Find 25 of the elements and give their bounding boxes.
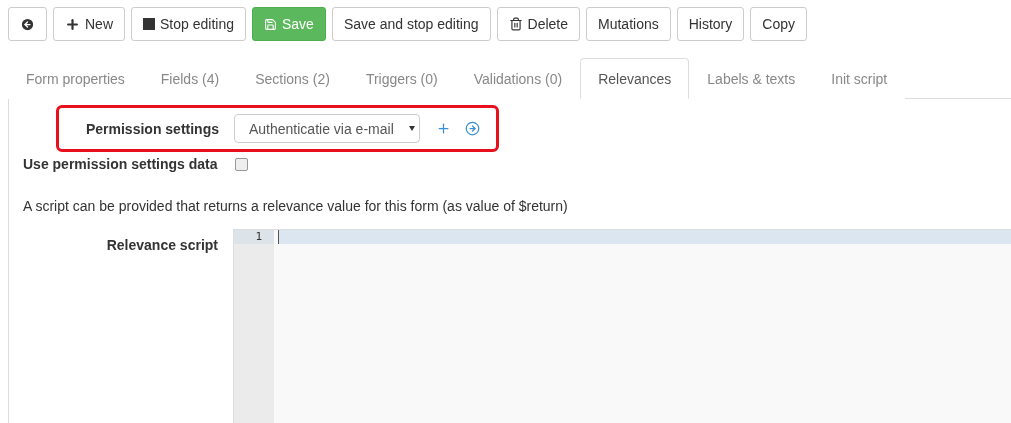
code-editor[interactable]: 1: [233, 229, 1011, 423]
checkbox[interactable]: [234, 157, 248, 171]
line-number: 1: [234, 230, 274, 244]
description-text: A script can be provided that returns a relevance value for this form (as value of $return): [23, 198, 569, 214]
checkbox-label: Use permission settings data: [23, 156, 218, 172]
back-icon: [20, 16, 35, 32]
permission-select[interactable]: Authenticatie via e-mail: [234, 114, 420, 143]
add-icon[interactable]: [436, 121, 451, 136]
field-label: Permission settings: [84, 120, 219, 137]
back-button[interactable]: [8, 7, 47, 41]
toolbar-button[interactable]: Stop editing: [131, 7, 246, 41]
save-icon: [263, 17, 277, 31]
toolbar-button[interactable]: Copy: [750, 7, 807, 41]
toolbar-button[interactable]: Save and stop editing: [331, 7, 491, 41]
tab[interactable]: Relevances: [580, 58, 690, 99]
toolbar-button[interactable]: Delete: [496, 7, 580, 41]
go-icon[interactable]: [465, 121, 480, 136]
stop-icon: [143, 18, 155, 30]
caret-icon: [409, 126, 415, 131]
toolbar-button[interactable]: New: [53, 7, 125, 41]
field-label: Relevance script: [105, 237, 218, 253]
trash-icon: [508, 17, 523, 31]
toolbar-button[interactable]: History: [676, 7, 745, 41]
plus-icon: [65, 16, 80, 32]
toolbar-button[interactable]: Mutations: [586, 7, 671, 41]
